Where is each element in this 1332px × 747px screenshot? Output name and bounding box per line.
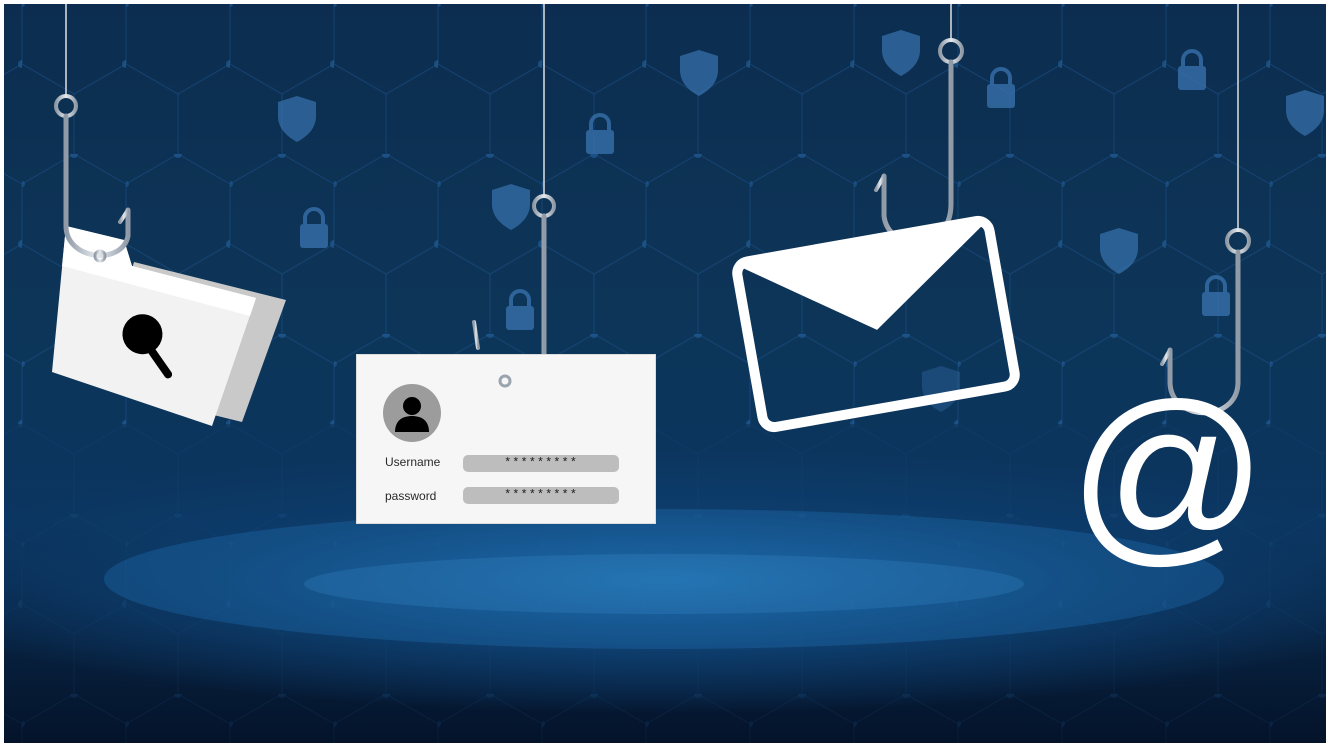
hook-overlay <box>498 374 512 388</box>
phishing-illustration: @ Username ********* password ********* <box>4 4 1326 743</box>
hook-eyelet <box>498 374 512 388</box>
